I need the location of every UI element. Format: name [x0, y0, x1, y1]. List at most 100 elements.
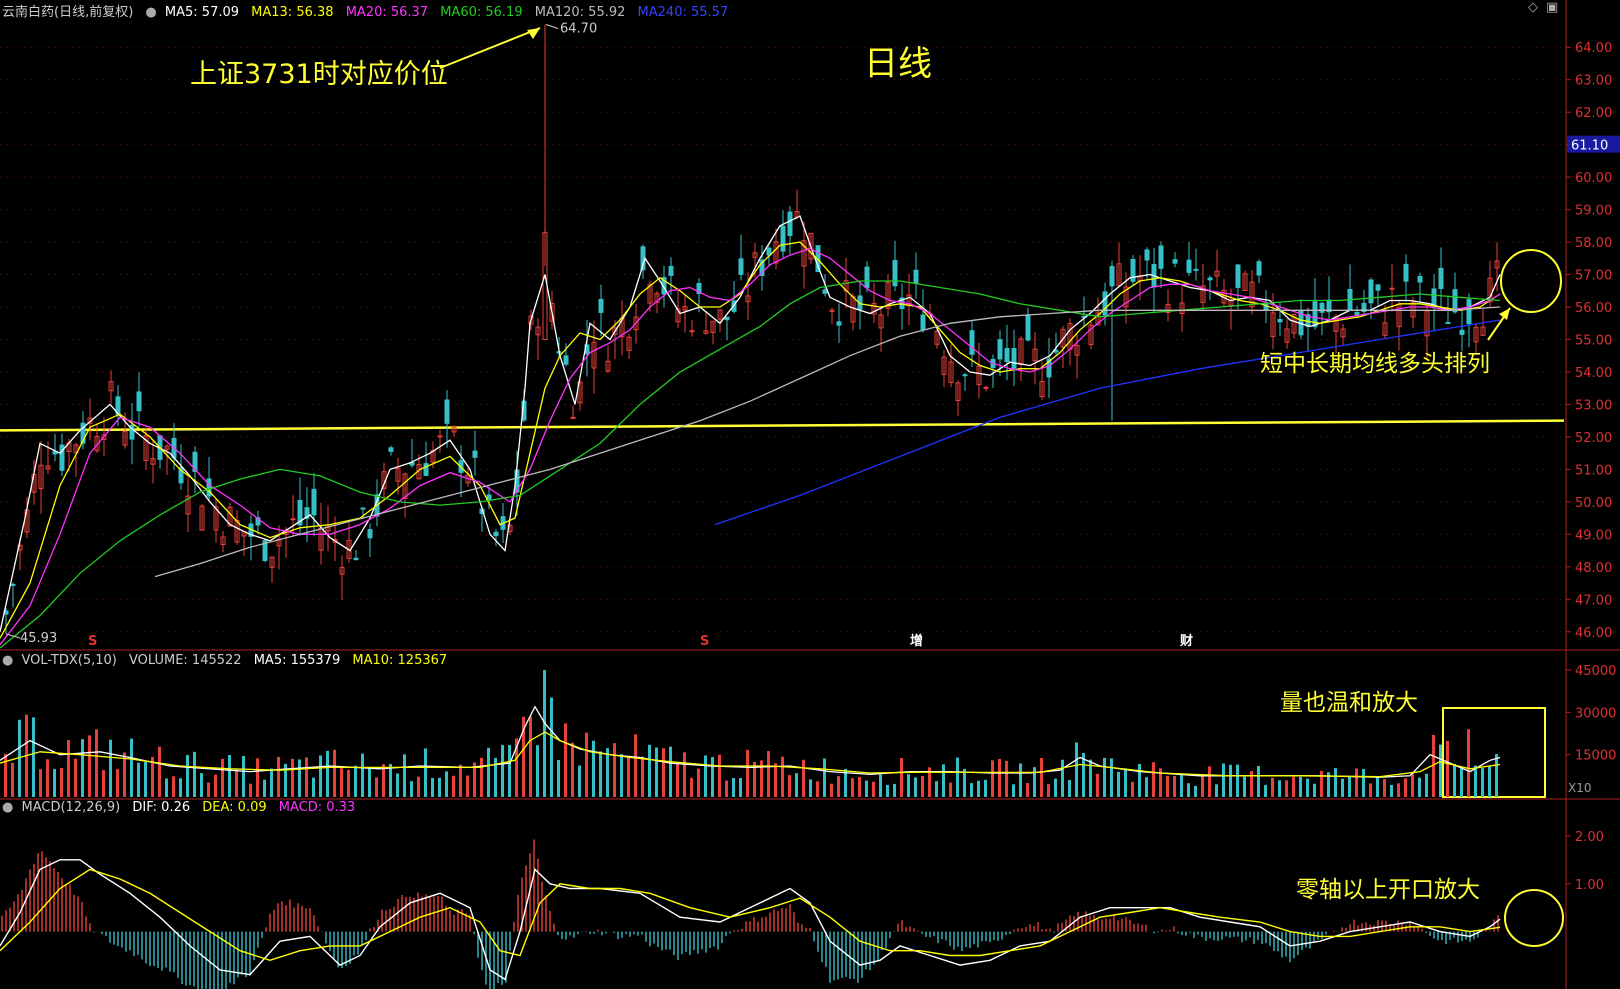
peak-arrow: [439, 27, 541, 69]
macd-tick-label: 1.00: [1575, 878, 1604, 893]
volume-bar: [963, 768, 966, 797]
volume-bar: [39, 769, 42, 797]
volume-bar: [1026, 783, 1029, 797]
candle-body: [1466, 299, 1472, 325]
volume-bar: [1103, 757, 1106, 797]
volume-bar: [270, 768, 273, 797]
volume-bar: [137, 762, 140, 797]
volume-bar: [1292, 776, 1295, 797]
volume-bar: [410, 781, 413, 797]
volume-bar: [1348, 776, 1351, 797]
candle-body: [1144, 249, 1150, 261]
volume-bar: [907, 774, 910, 797]
volume-bar: [998, 758, 1001, 797]
volume-bar: [298, 759, 301, 797]
volume-bar: [88, 735, 91, 797]
volume-bar: [1264, 784, 1267, 797]
volume-bar: [1173, 775, 1176, 797]
candle-body: [1102, 291, 1108, 316]
candle-body: [1354, 311, 1360, 316]
volume-bar: [1054, 778, 1057, 797]
volume-bar: [1243, 776, 1246, 797]
volume-bar: [942, 764, 945, 797]
candle-body: [1235, 264, 1241, 288]
volume-bar: [809, 779, 812, 797]
volume-bar: [578, 765, 581, 797]
volume-bar: [11, 762, 14, 797]
high-pointer: [545, 24, 559, 29]
volume-bar: [179, 778, 182, 797]
candle-body: [1375, 284, 1381, 291]
volume-bar: [1467, 729, 1470, 797]
volume-bar: [333, 749, 336, 797]
candle-body: [472, 450, 478, 458]
volume-bar: [1047, 784, 1050, 797]
volume-bar: [1355, 768, 1358, 797]
candle-body: [598, 298, 604, 313]
candle-body: [423, 463, 429, 476]
candle-body: [836, 321, 842, 326]
volume-bar: [207, 782, 210, 797]
price-tick-label: 57.00: [1575, 269, 1612, 284]
candle-body: [920, 314, 926, 331]
price-tick-label: 50.00: [1575, 496, 1612, 511]
volume-bar: [1278, 780, 1281, 797]
volume-bar: [193, 751, 196, 797]
macd-highlight-circle: [1504, 889, 1564, 947]
stock-chart[interactable]: 64.0063.0062.0061.0060.0059.0058.0057.00…: [0, 0, 1620, 989]
volume-bar: [1033, 767, 1036, 797]
volume-bar: [368, 767, 371, 797]
candle-body: [1109, 265, 1115, 287]
candle-body: [570, 416, 576, 419]
event-marker: 财: [1180, 633, 1193, 649]
volume-bar: [1257, 765, 1260, 797]
candle-body: [311, 488, 317, 516]
volume-bar: [683, 752, 686, 797]
volume-bar: [4, 754, 7, 797]
volume-bar: [1390, 784, 1393, 797]
candle-body: [353, 557, 359, 561]
volume-bar: [445, 771, 448, 797]
volume-bar: [802, 759, 805, 797]
volume-bar: [991, 760, 994, 797]
volume-bar: [949, 782, 952, 797]
vol-tick-label: 30000: [1575, 706, 1616, 721]
price-tick-label: 47.00: [1575, 593, 1612, 608]
candle-body: [1158, 245, 1164, 269]
volume-bar: [417, 776, 420, 797]
price-tick-label: 58.00: [1575, 236, 1612, 251]
volume-bar: [690, 777, 693, 797]
volume-bar: [711, 757, 714, 797]
volume-bar: [403, 754, 406, 797]
volume-bar: [67, 740, 70, 797]
volume-highlight-box: [1442, 707, 1546, 798]
volume-bar: [326, 750, 329, 797]
volume-bar: [592, 740, 595, 797]
candle-body: [1011, 347, 1017, 369]
volume-bar: [1453, 763, 1456, 797]
volume-bar: [655, 747, 658, 797]
price-tick-label: 60.00: [1575, 171, 1612, 186]
candle-body: [962, 374, 968, 377]
volume-bar: [60, 767, 63, 797]
volume-bar: [1215, 784, 1218, 797]
volume-bar: [767, 751, 770, 797]
volume-bar: [984, 779, 987, 797]
candle-body: [136, 391, 142, 412]
volume-bar: [1404, 778, 1407, 797]
candle-body: [444, 399, 450, 424]
volume-bar: [459, 764, 462, 797]
volume-bar: [347, 769, 350, 797]
volume-bar: [1334, 768, 1337, 797]
macd-annotation: 零轴以上开口放大: [1296, 877, 1480, 903]
candle-body: [668, 265, 674, 276]
price-tick-label: 63.00: [1575, 74, 1612, 89]
volume-bar: [1306, 778, 1309, 797]
macd-line-dif: [0, 859, 1501, 981]
volume-bar: [263, 779, 266, 797]
high-label: 64.70: [560, 21, 597, 36]
volume-bar: [1481, 768, 1484, 797]
candle-body: [780, 225, 786, 252]
candle-body: [1319, 302, 1325, 313]
volume-bar: [46, 759, 49, 797]
